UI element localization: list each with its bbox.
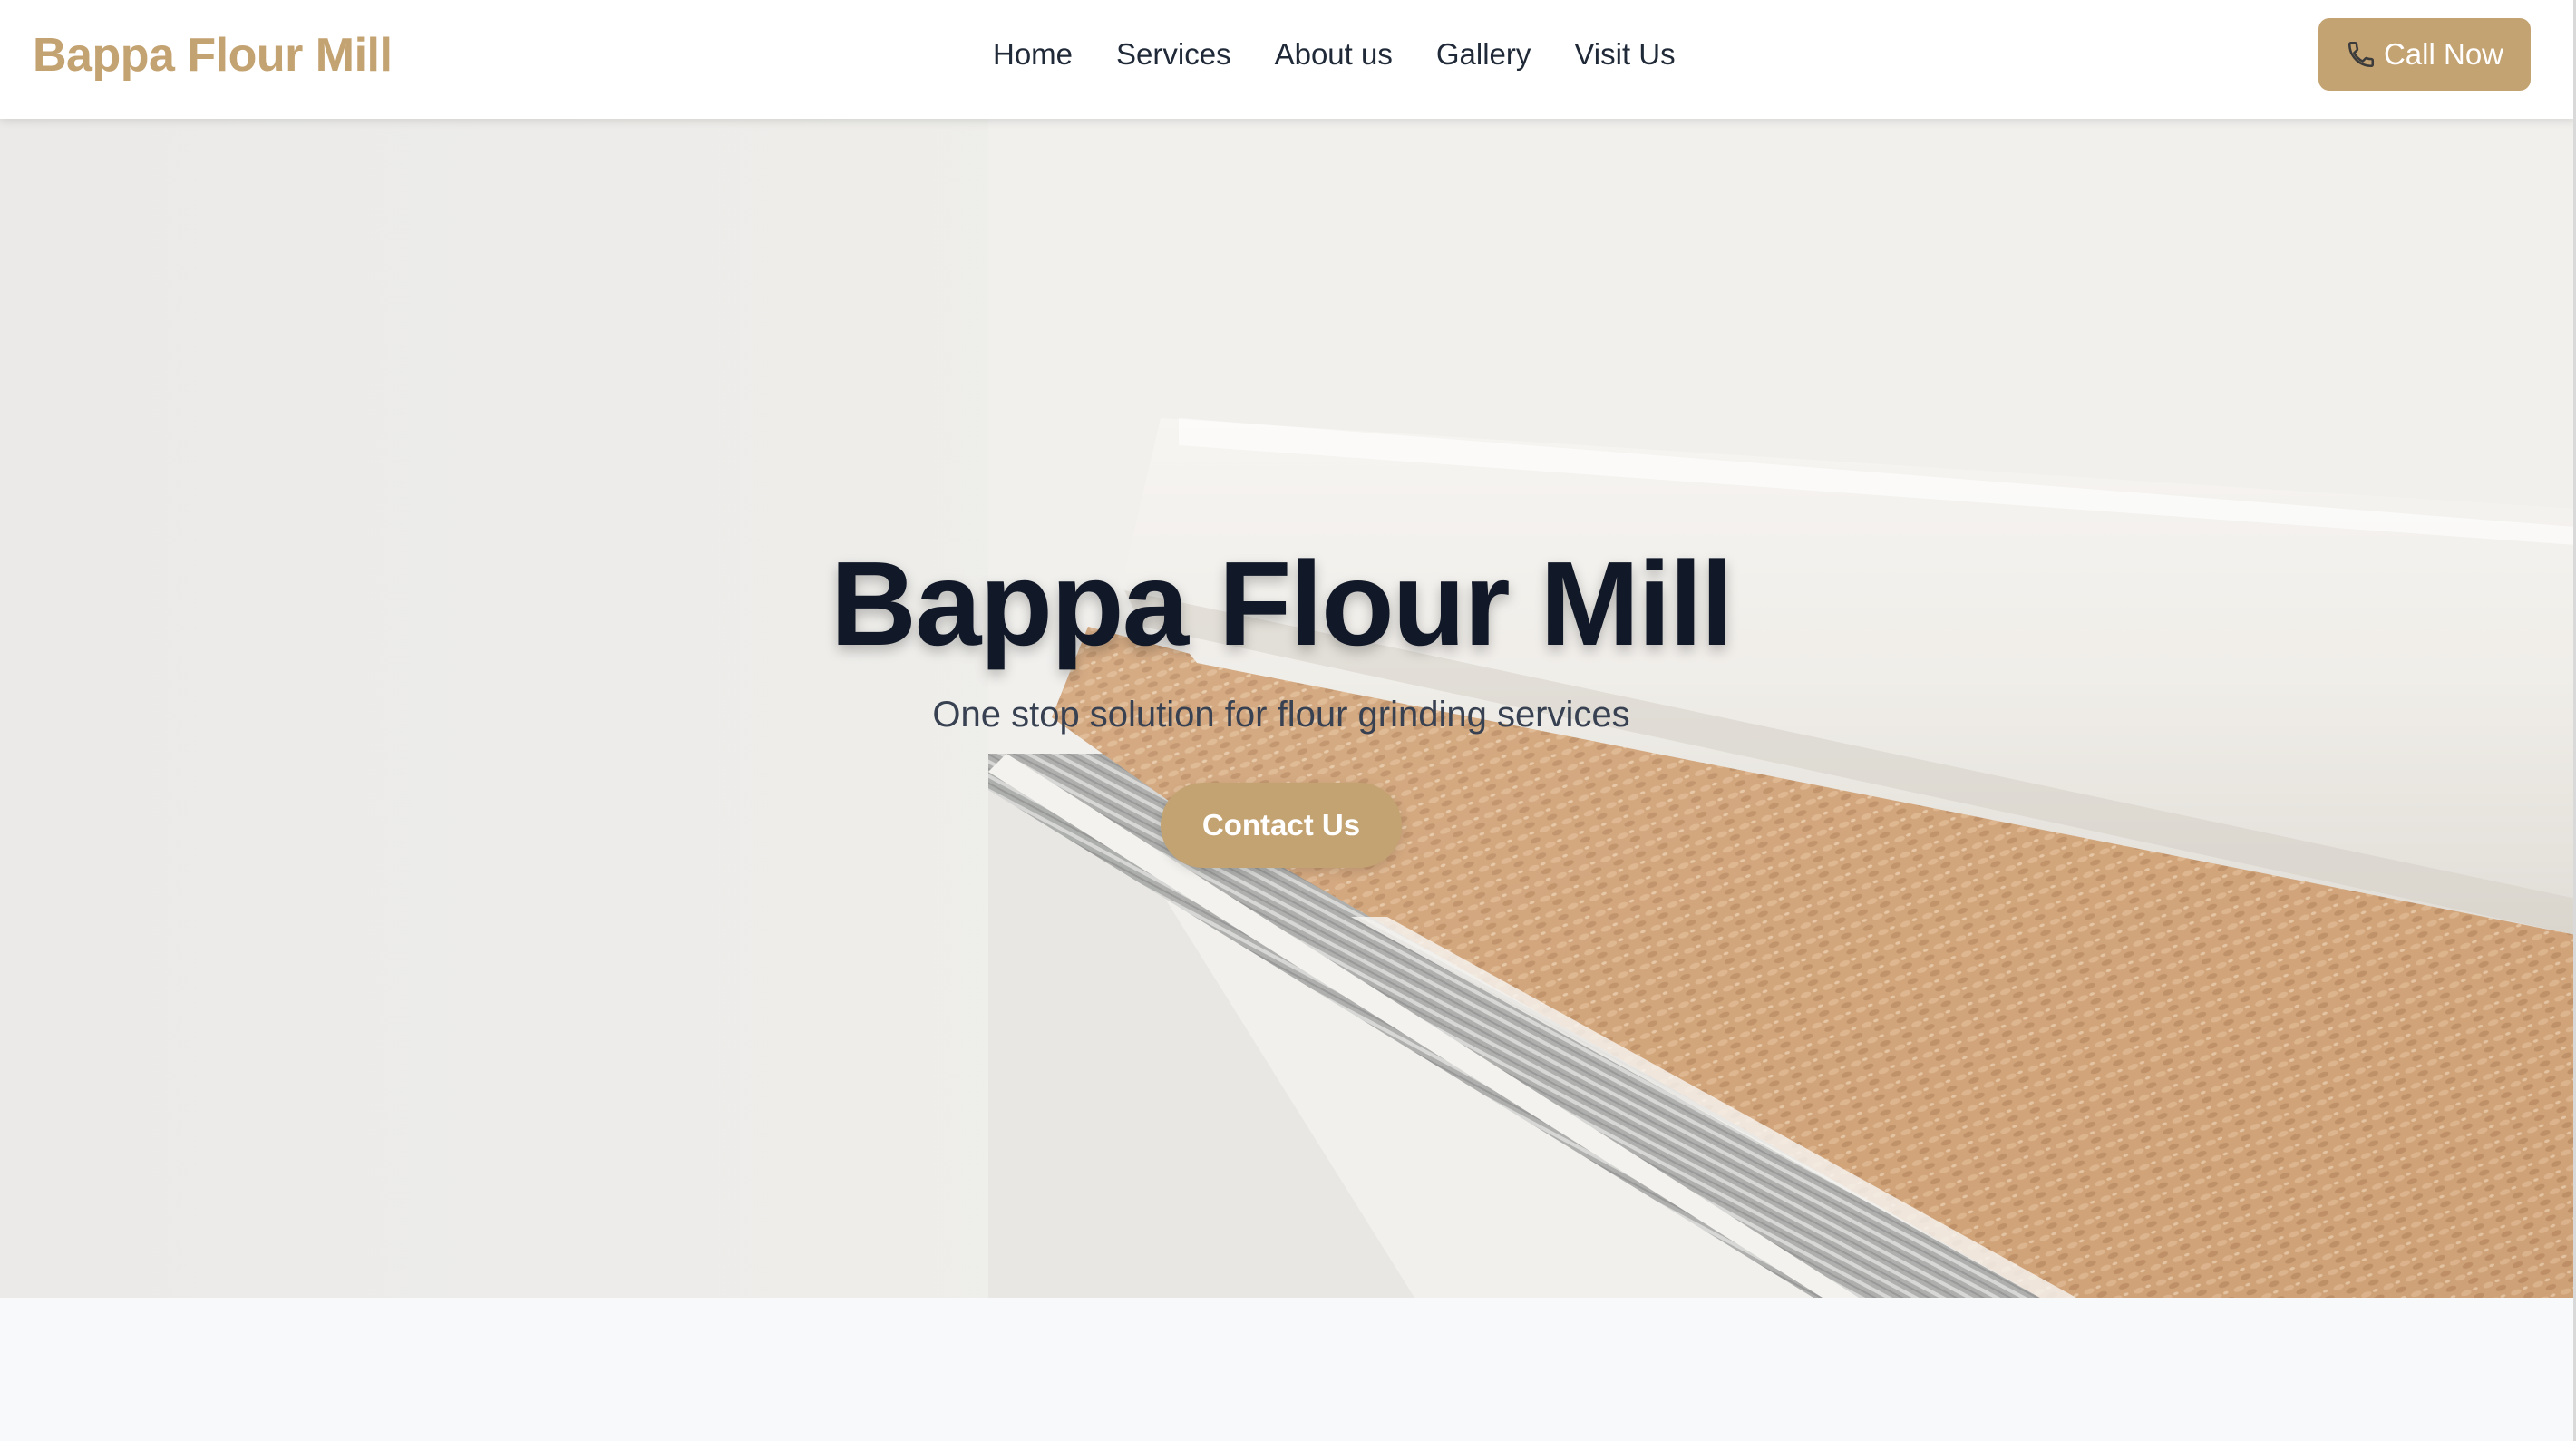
- nav-home[interactable]: Home: [993, 33, 1073, 76]
- call-now-label: Call Now: [2383, 37, 2504, 71]
- hero-title: Bappa Flour Mill: [830, 537, 1735, 670]
- nav-gallery[interactable]: Gallery: [1436, 33, 1531, 76]
- nav-visit-us[interactable]: Visit Us: [1574, 33, 1675, 76]
- nav-about-us[interactable]: About us: [1275, 33, 1393, 76]
- brand-logo[interactable]: Bappa Flour Mill: [33, 27, 393, 83]
- nav-services[interactable]: Services: [1116, 33, 1231, 76]
- top-navbar: Bappa Flour Mill Home Services About us …: [0, 0, 2576, 119]
- contact-us-button[interactable]: Contact Us: [1161, 783, 1402, 868]
- hero-subtitle: One stop solution for flour grinding ser…: [932, 695, 1630, 735]
- hero-section: Bappa Flour Mill One stop solution for f…: [0, 119, 2576, 1298]
- call-now-button[interactable]: Call Now: [2318, 18, 2531, 91]
- contact-us-label: Contact Us: [1201, 808, 1361, 842]
- phone-icon: [2346, 39, 2377, 70]
- main-nav: Home Services About us Gallery Visit Us: [993, 33, 1676, 76]
- next-section: [0, 1298, 2576, 1441]
